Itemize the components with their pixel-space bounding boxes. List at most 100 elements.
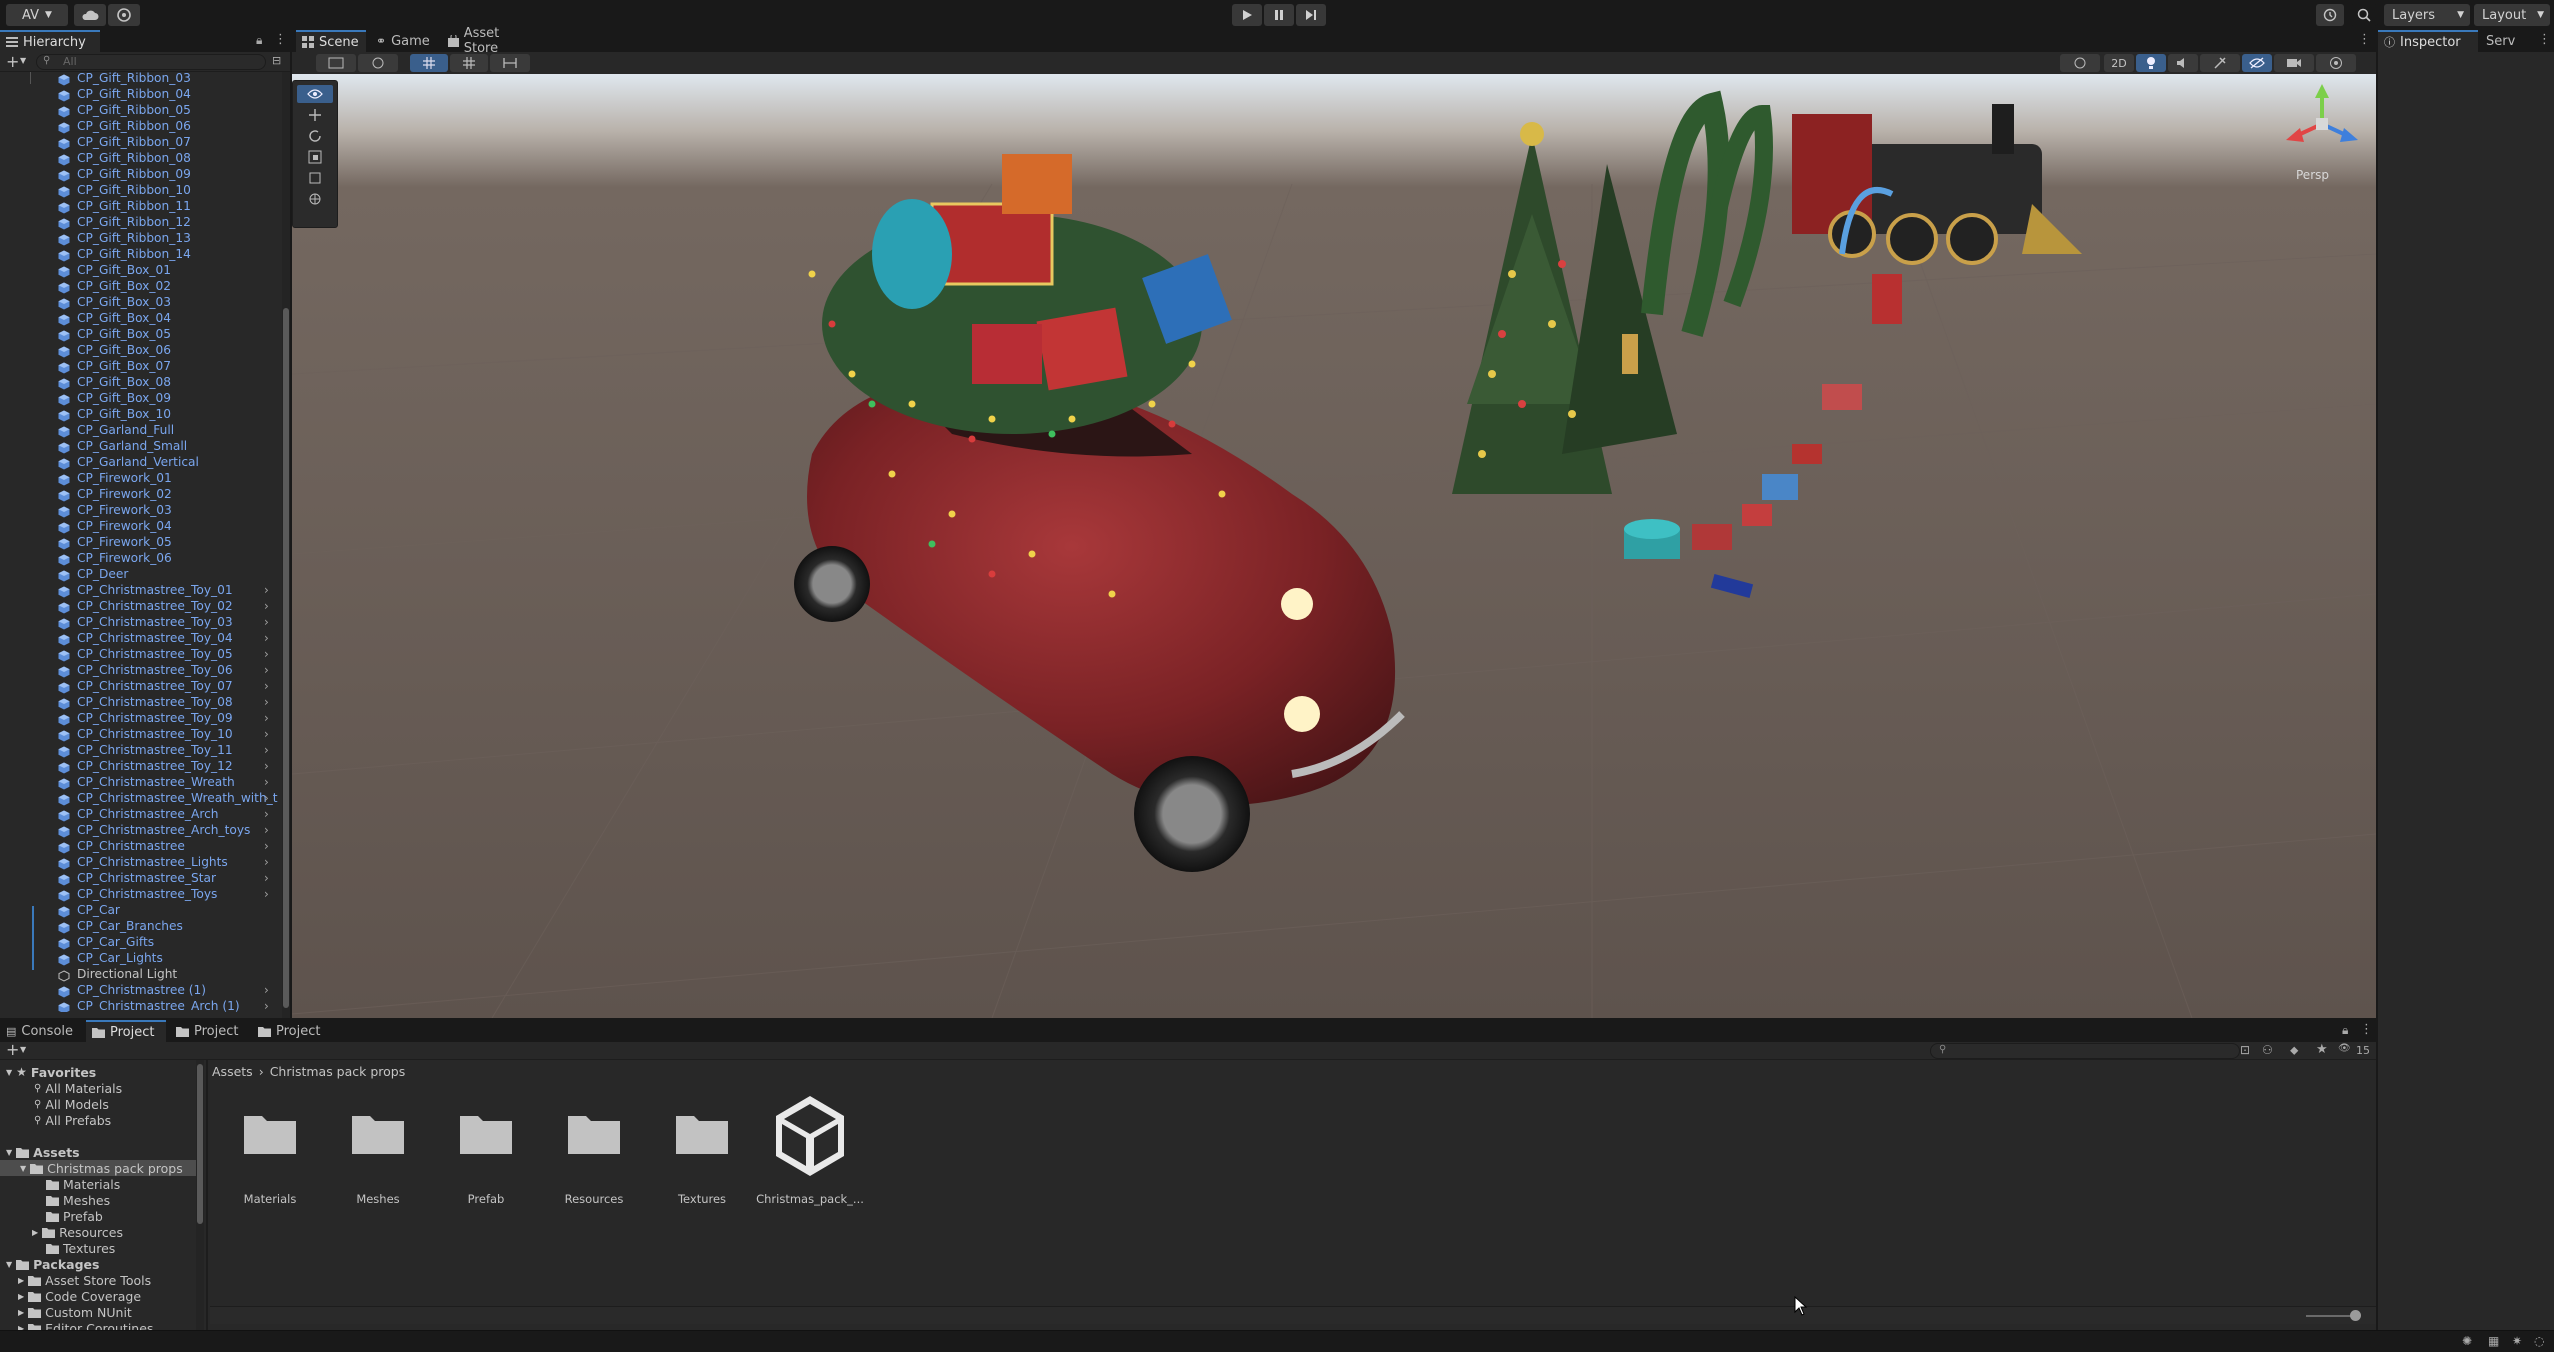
chevron-right-icon[interactable]: › xyxy=(264,759,269,773)
hierarchy-item[interactable]: CP_Christmastree_Arch (1) › xyxy=(0,999,288,1012)
hierarchy-search-input[interactable]: ⚲ All xyxy=(36,54,266,70)
hierarchy-item[interactable]: CP_Christmastree_Toy_07 › xyxy=(0,679,288,696)
filter-icon[interactable]: ⊟ xyxy=(272,54,281,67)
hierarchy-item[interactable]: CP_Gift_Box_07 xyxy=(0,359,288,376)
tab-game[interactable]: ⚭ Game xyxy=(370,30,436,52)
tab-project-1[interactable]: Project xyxy=(86,1020,166,1042)
account-dropdown[interactable]: AV ▼ xyxy=(6,4,68,26)
folder-meshes[interactable]: Meshes xyxy=(46,1192,110,1208)
transform-tool-icon[interactable] xyxy=(297,190,333,208)
add-icon[interactable]: + xyxy=(6,52,19,71)
chevron-down-icon[interactable]: ▼ xyxy=(20,1045,26,1054)
hierarchy-item[interactable]: CP_Christmastree_Toy_05 › xyxy=(0,647,288,664)
hierarchy-item[interactable]: CP_Christmastree › xyxy=(0,839,288,856)
lock-icon[interactable]: 🔒︎ xyxy=(2342,1023,2348,1038)
hierarchy-item[interactable]: CP_Christmastree_Toy_08 › xyxy=(0,695,288,712)
scrollbar-thumb[interactable] xyxy=(197,1064,203,1224)
hierarchy-item[interactable]: CP_Gift_Ribbon_09 xyxy=(0,167,288,184)
kebab-menu-icon[interactable]: ⋮ xyxy=(2538,32,2551,47)
folder-textures[interactable]: Textures xyxy=(46,1240,115,1256)
hierarchy-item[interactable]: CP_Gift_Box_01 xyxy=(0,263,288,280)
scene-camera-icon[interactable] xyxy=(2274,54,2314,72)
lighting-icon[interactable] xyxy=(2136,54,2166,72)
pause-button[interactable] xyxy=(1264,4,1294,26)
history-icon[interactable] xyxy=(2316,4,2344,26)
chevron-right-icon[interactable]: › xyxy=(264,887,269,901)
hierarchy-item[interactable]: CP_Gift_Box_06 xyxy=(0,343,288,360)
chevron-down-icon[interactable]: ▼ xyxy=(20,56,26,65)
scene-viewport[interactable]: Persp xyxy=(292,74,2376,1018)
chevron-right-icon[interactable]: › xyxy=(264,775,269,789)
chevron-right-icon[interactable]: › xyxy=(264,791,269,805)
hierarchy-item[interactable]: CP_Garland_Full xyxy=(0,423,288,440)
tab-hierarchy[interactable]: Hierarchy xyxy=(0,30,100,52)
chevron-right-icon[interactable]: › xyxy=(264,631,269,645)
folder-materials[interactable]: Materials xyxy=(46,1176,120,1192)
favorites-header[interactable]: ▼ ★ Favorites xyxy=(6,1064,96,1080)
chevron-right-icon[interactable]: › xyxy=(264,999,269,1012)
sync-icon[interactable]: ◌ xyxy=(2534,1334,2544,1348)
hierarchy-item[interactable]: CP_Gift_Ribbon_10 xyxy=(0,183,288,200)
orientation-gizmo[interactable] xyxy=(2282,84,2362,164)
tab-scene[interactable]: Scene xyxy=(296,30,366,52)
chevron-right-icon[interactable]: › xyxy=(264,871,269,885)
hierarchy-item[interactable]: CP_Christmastree_Toy_03 › xyxy=(0,615,288,632)
asset-unity-package[interactable] xyxy=(772,1094,848,1178)
search-scope-icon[interactable]: ⊡ xyxy=(2240,1043,2250,1057)
hierarchy-item[interactable]: CP_Gift_Ribbon_07 xyxy=(0,135,288,152)
effects-icon[interactable] xyxy=(2200,54,2240,72)
chevron-right-icon[interactable]: › xyxy=(264,615,269,629)
tab-asset-store[interactable]: Asset Store xyxy=(442,26,542,56)
kebab-menu-icon[interactable]: ⋮ xyxy=(274,32,287,47)
tab-inspector[interactable]: ⓘ Inspector xyxy=(2378,30,2478,52)
tab-console[interactable]: ▤ Console xyxy=(0,1020,82,1042)
hierarchy-item[interactable]: CP_Garland_Vertical xyxy=(0,455,288,472)
layout-dropdown[interactable]: Layout ▼ xyxy=(2474,4,2550,26)
chevron-right-icon[interactable]: › xyxy=(264,695,269,709)
hierarchy-item[interactable]: CP_Deer xyxy=(0,567,288,584)
increment-snap-icon[interactable] xyxy=(490,54,530,72)
project-search-input[interactable]: ⚲ xyxy=(1930,1043,2240,1059)
projection-label[interactable]: Persp xyxy=(2296,168,2329,182)
cloud-icon[interactable] xyxy=(74,4,106,26)
tree-scrollbar[interactable] xyxy=(196,1060,204,1330)
chevron-right-icon[interactable]: › xyxy=(264,823,269,837)
mode-2d-button[interactable]: 2D xyxy=(2104,54,2134,72)
hierarchy-item[interactable]: CP_Gift_Ribbon_03 xyxy=(0,72,288,88)
bug-icon[interactable]: ✺ xyxy=(2462,1334,2472,1348)
grid-toggle-icon[interactable] xyxy=(410,54,448,72)
hierarchy-item[interactable]: CP_Car xyxy=(0,903,288,920)
breadcrumb-current[interactable]: Christmas pack props xyxy=(270,1064,406,1080)
folder-resources[interactable]: ▶ Resources xyxy=(32,1224,123,1240)
asset-folder-resources[interactable] xyxy=(566,1110,622,1166)
tab-project-2[interactable]: Project xyxy=(170,1020,250,1042)
rotate-tool-icon[interactable] xyxy=(297,127,333,145)
zoom-slider-track[interactable] xyxy=(2306,1315,2356,1317)
chevron-right-icon[interactable]: › xyxy=(264,807,269,821)
package-asset-store-tools[interactable]: ▶ Asset Store Tools xyxy=(18,1272,151,1288)
asset-folder-prefab[interactable] xyxy=(458,1110,514,1166)
chevron-right-icon[interactable]: › xyxy=(264,679,269,693)
chevron-right-icon[interactable]: › xyxy=(264,983,269,997)
hierarchy-item[interactable]: CP_Gift_Box_10 xyxy=(0,407,288,424)
move-tool-icon[interactable] xyxy=(297,106,333,124)
visibility-icon[interactable] xyxy=(2242,54,2272,72)
hidden-packages-icon[interactable]: 👁︎ xyxy=(2338,1043,2351,1054)
hierarchy-item[interactable]: CP_Christmastree_Toy_09 › xyxy=(0,711,288,728)
chevron-right-icon[interactable]: › xyxy=(264,647,269,661)
step-button[interactable] xyxy=(1296,4,1326,26)
hierarchy-item[interactable]: CP_Firework_03 xyxy=(0,503,288,520)
filter-type-icon[interactable]: ⚇ xyxy=(2262,1043,2273,1057)
snap-icon[interactable] xyxy=(450,54,488,72)
hierarchy-item[interactable]: CP_Gift_Box_09 xyxy=(0,391,288,408)
chevron-right-icon[interactable]: › xyxy=(264,599,269,613)
hierarchy-item[interactable]: CP_Christmastree_Arch_toys › xyxy=(0,823,288,840)
asset-folder-textures[interactable] xyxy=(674,1110,730,1166)
favorite-all-materials[interactable]: ⚲ All Materials xyxy=(34,1080,122,1096)
hierarchy-item[interactable]: CP_Christmastree_Toys › xyxy=(0,887,288,904)
render-mode-icon[interactable] xyxy=(358,54,398,72)
zoom-slider-thumb[interactable] xyxy=(2350,1310,2361,1321)
folder-christmas-pack-props[interactable]: ▼ Christmas pack props xyxy=(20,1160,183,1176)
chevron-right-icon[interactable]: › xyxy=(264,855,269,869)
collab-icon[interactable] xyxy=(108,4,140,26)
